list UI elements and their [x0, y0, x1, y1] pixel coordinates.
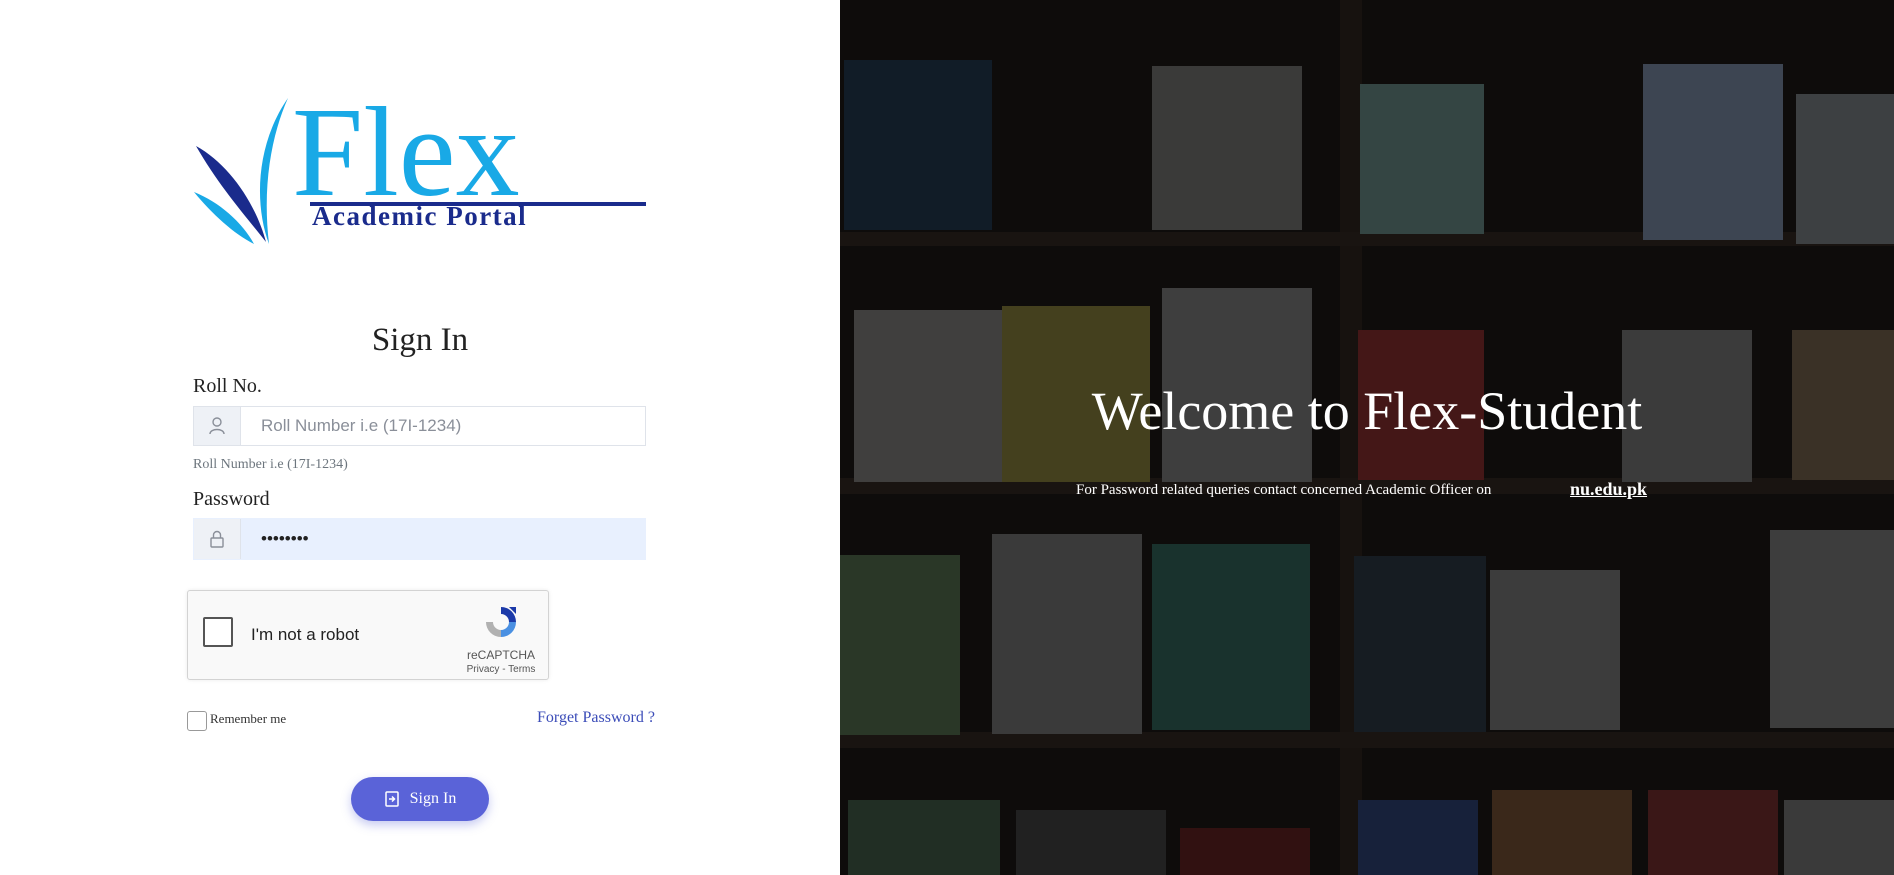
user-icon: [194, 407, 241, 445]
password-field: [193, 518, 646, 560]
recaptcha-widget: I'm not a robot reCAPTCHA Privacy - Term…: [187, 590, 549, 680]
remember-me: Remember me: [187, 711, 286, 731]
recaptcha-checkbox[interactable]: [203, 617, 233, 647]
logo-subtitle-text: Academic Portal: [312, 201, 527, 231]
recaptcha-logo-icon: [486, 607, 516, 637]
sign-in-button-label: Sign In: [409, 790, 457, 807]
hero-panel: Welcome to Flex-Student For Password rel…: [840, 0, 1894, 875]
password-input[interactable]: [241, 519, 645, 559]
password-label: Password: [193, 488, 270, 510]
password-queries-note: For Password related queries contact con…: [1076, 482, 1492, 498]
nu-edu-pk-link[interactable]: nu.edu.pk: [1570, 479, 1647, 500]
recaptcha-brand: reCAPTCHA: [466, 648, 535, 662]
sign-in-icon: [384, 791, 399, 807]
roll-number-field: [193, 406, 646, 446]
sign-in-button[interactable]: Sign In: [351, 777, 489, 821]
remember-me-label: Remember me: [210, 711, 287, 726]
roll-number-help: Roll Number i.e (17I-1234): [193, 457, 348, 472]
lock-icon: [194, 519, 241, 559]
forgot-password-link[interactable]: Forget Password ?: [537, 709, 655, 727]
flex-logo: Flex Academic Portal: [194, 94, 646, 244]
remember-me-checkbox[interactable]: [187, 711, 207, 731]
roll-number-input[interactable]: [241, 407, 645, 445]
login-panel: Flex Academic Portal Sign In Roll No. Ro…: [0, 0, 840, 875]
sign-in-heading: Sign In: [371, 322, 469, 358]
recaptcha-privacy-terms-link[interactable]: Privacy - Terms: [466, 664, 536, 675]
roll-number-label: Roll No.: [193, 375, 262, 397]
welcome-heading: Welcome to Flex-Student: [1091, 381, 1643, 441]
recaptcha-label: I'm not a robot: [251, 625, 360, 644]
